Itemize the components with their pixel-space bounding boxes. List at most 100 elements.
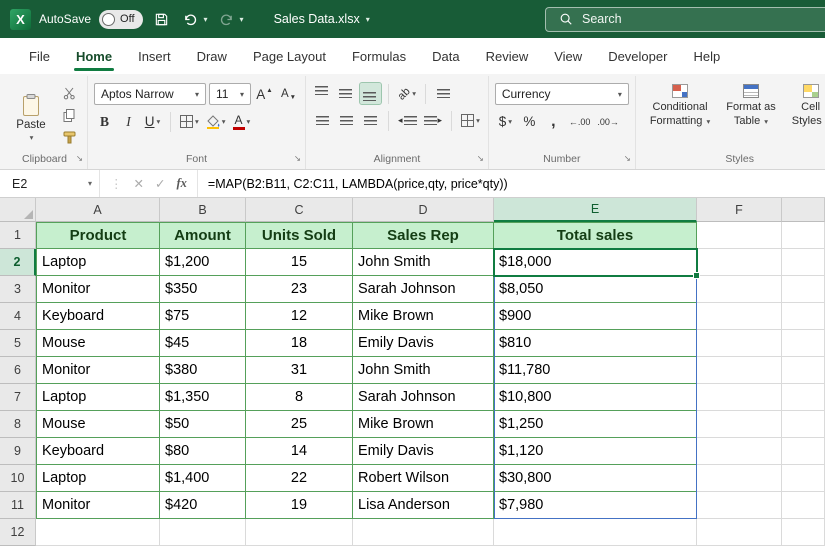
cell-E6[interactable]: $11,780 (494, 357, 697, 384)
cell-D11[interactable]: Lisa Anderson (353, 492, 494, 519)
autosave-toggle[interactable]: Off (99, 10, 142, 29)
tab-review[interactable]: Review (473, 38, 542, 74)
wrap-text-button[interactable] (433, 83, 454, 104)
top-align-button[interactable] (312, 83, 333, 104)
format-painter-button[interactable] (59, 129, 79, 146)
cell-D6[interactable]: John Smith (353, 357, 494, 384)
undo-button[interactable] (180, 7, 201, 31)
cell-G12[interactable] (782, 519, 825, 546)
cell-B3[interactable]: $350 (160, 276, 246, 303)
cell-D10[interactable]: Robert Wilson (353, 465, 494, 492)
row-header-4[interactable]: 4 (0, 303, 36, 330)
cell-C3[interactable]: 23 (246, 276, 353, 303)
column-header-E[interactable]: E (494, 198, 697, 222)
percent-style-button[interactable]: % (519, 111, 540, 132)
row-header-12[interactable]: 12 (0, 519, 36, 546)
cell-F3[interactable] (697, 276, 782, 303)
increase-indent-button[interactable]: ▸ (422, 110, 445, 131)
cell-C7[interactable]: 8 (246, 384, 353, 411)
cell-D12[interactable] (353, 519, 494, 546)
cell-F4[interactable] (697, 303, 782, 330)
cell-B5[interactable]: $45 (160, 330, 246, 357)
cell-E9[interactable]: $1,120 (494, 438, 697, 465)
cell-E1[interactable]: Total sales (494, 222, 697, 249)
format-as-table-button[interactable]: Format as Table ▾ (718, 78, 784, 152)
column-header-D[interactable]: D (353, 198, 494, 222)
cell-F1[interactable] (697, 222, 782, 249)
accounting-format-button[interactable]: $▾ (495, 111, 516, 132)
cell-G3[interactable] (782, 276, 825, 303)
row-header-8[interactable]: 8 (0, 411, 36, 438)
orientation-button[interactable]: ab▾ (396, 83, 418, 104)
cell-C5[interactable]: 18 (246, 330, 353, 357)
cell-G5[interactable] (782, 330, 825, 357)
merge-center-button[interactable]: ▾ (459, 110, 482, 131)
tab-formulas[interactable]: Formulas (339, 38, 419, 74)
cell-C2[interactable]: 15 (246, 249, 353, 276)
cell-G8[interactable] (782, 411, 825, 438)
cell-A3[interactable]: Monitor (36, 276, 160, 303)
bottom-align-button[interactable] (360, 83, 381, 104)
cell-D9[interactable]: Emily Davis (353, 438, 494, 465)
paste-button[interactable]: Paste ▾ (8, 78, 54, 152)
cut-button[interactable] (59, 85, 79, 102)
cell-C1[interactable]: Units Sold (246, 222, 353, 249)
tab-home[interactable]: Home (63, 38, 125, 74)
cell-styles-button[interactable]: Cell Styles ▾ (784, 78, 825, 152)
copy-button[interactable] (59, 107, 79, 124)
cell-C9[interactable]: 14 (246, 438, 353, 465)
cell-C4[interactable]: 12 (246, 303, 353, 330)
tab-file[interactable]: File (16, 38, 63, 74)
cell-B11[interactable]: $420 (160, 492, 246, 519)
cell-A1[interactable]: Product (36, 222, 160, 249)
cell-A5[interactable]: Mouse (36, 330, 160, 357)
number-format-select[interactable]: Currency ▾ (495, 83, 629, 105)
cell-B12[interactable] (160, 519, 246, 546)
cell-B4[interactable]: $75 (160, 303, 246, 330)
redo-dropdown-chevron-icon[interactable]: ▾ (240, 15, 244, 24)
cell-A9[interactable]: Keyboard (36, 438, 160, 465)
cell-G2[interactable] (782, 249, 825, 276)
cell-D1[interactable]: Sales Rep (353, 222, 494, 249)
cell-E12[interactable] (494, 519, 697, 546)
cell-G10[interactable] (782, 465, 825, 492)
cell-B10[interactable]: $1,400 (160, 465, 246, 492)
search-box[interactable]: Search (545, 7, 825, 32)
cell-A2[interactable]: Laptop (36, 249, 160, 276)
cell-F6[interactable] (697, 357, 782, 384)
increase-font-size-button[interactable]: A▲ (254, 84, 275, 105)
conditional-formatting-button[interactable]: Conditional Formatting ▾ (642, 78, 718, 152)
cell-E11[interactable]: $7,980 (494, 492, 697, 519)
cell-G11[interactable] (782, 492, 825, 519)
select-all-button[interactable] (0, 198, 36, 222)
cell-F12[interactable] (697, 519, 782, 546)
cell-C6[interactable]: 31 (246, 357, 353, 384)
cell-D3[interactable]: Sarah Johnson (353, 276, 494, 303)
row-header-7[interactable]: 7 (0, 384, 36, 411)
cell-E10[interactable]: $30,800 (494, 465, 697, 492)
fill-color-button[interactable]: ▾ (204, 111, 228, 132)
namebox-splitter[interactable]: ⋮ (110, 176, 123, 191)
row-header-11[interactable]: 11 (0, 492, 36, 519)
cell-B6[interactable]: $380 (160, 357, 246, 384)
cell-E4[interactable]: $900 (494, 303, 697, 330)
comma-style-button[interactable]: , (543, 111, 564, 132)
cell-F8[interactable] (697, 411, 782, 438)
cancel-button[interactable]: ✕ (134, 176, 144, 191)
row-header-5[interactable]: 5 (0, 330, 36, 357)
cell-C8[interactable]: 25 (246, 411, 353, 438)
cell-A6[interactable]: Monitor (36, 357, 160, 384)
cell-C10[interactable]: 22 (246, 465, 353, 492)
cell-E3[interactable]: $8,050 (494, 276, 697, 303)
insert-function-button[interactable]: fx (176, 176, 186, 191)
cell-B9[interactable]: $80 (160, 438, 246, 465)
cell-G9[interactable] (782, 438, 825, 465)
formula-input[interactable]: =MAP(B2:B11, C2:C11, LAMBDA(price,qty, p… (197, 170, 825, 197)
cell-D2[interactable]: John Smith (353, 249, 494, 276)
font-size-select[interactable]: 11 ▾ (209, 83, 251, 105)
row-header-3[interactable]: 3 (0, 276, 36, 303)
decrease-font-size-button[interactable]: A▼ (278, 84, 299, 105)
decrease-indent-button[interactable]: ◂ (396, 110, 419, 131)
cell-F11[interactable] (697, 492, 782, 519)
clipboard-dialog-launcher[interactable]: ↘ (76, 151, 83, 166)
